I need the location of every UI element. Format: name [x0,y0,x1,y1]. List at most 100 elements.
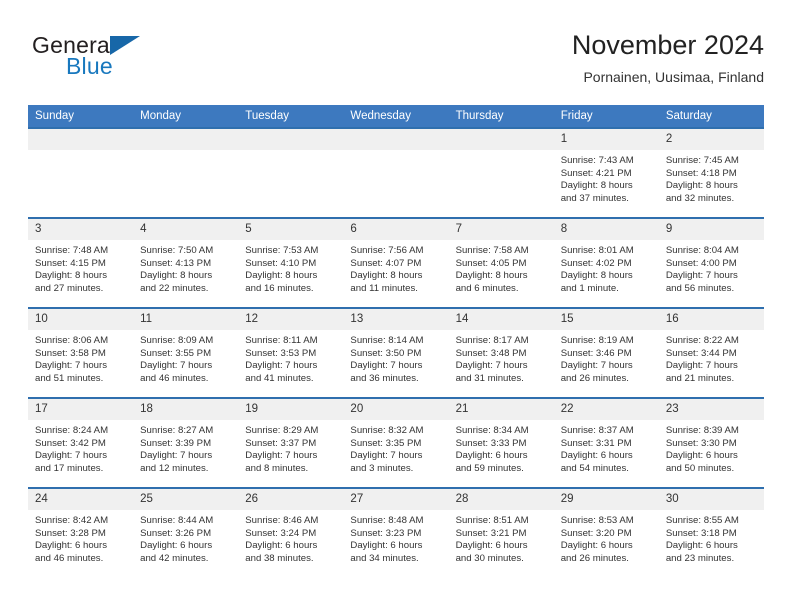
calendar-day-cell[interactable]: 3 Sunrise: 7:48 AM Sunset: 4:15 PM Daylight… [28,217,134,308]
daylight-duration-line1: Daylight: 8 hours [560,270,633,282]
day-number: 4 [133,219,239,240]
daylight-duration-line2: and 31 minutes. [455,372,524,384]
daylight-duration-line2: and 51 minutes. [35,372,104,384]
calendar-day-cell[interactable]: 4 Sunrise: 7:50 AM Sunset: 4:13 PM Daylight… [133,217,239,308]
daylight-duration-line1: Daylight: 6 hours [665,540,738,552]
sunrise-time: Sunrise: 8:46 AM [245,515,319,526]
calendar-day-cell[interactable]: 11 Sunrise: 8:09 AM Sunset: 3:55 PM Dayligh… [133,307,239,398]
day-details: Sunrise: 7:50 AM Sunset: 4:13 PM Daylight:… [133,240,238,295]
calendar-day-cell[interactable]: 28 Sunrise: 8:51 AM Sunset: 3:21 PM Dayligh… [448,487,554,577]
calendar-day-cell[interactable]: 15 Sunrise: 8:19 AM Sunset: 3:46 PM Dayligh… [553,307,659,398]
sunrise-time: Sunrise: 7:53 AM [245,245,319,256]
daylight-duration-line1: Daylight: 7 hours [665,360,738,372]
daylight-duration-line1: Daylight: 7 hours [140,360,213,372]
daylight-duration-line1: Daylight: 6 hours [560,450,633,462]
day-details: Sunrise: 8:29 AM Sunset: 3:37 PM Daylight:… [238,420,343,475]
calendar-day-cell[interactable]: 26 Sunrise: 8:46 AM Sunset: 3:24 PM Dayligh… [238,487,344,577]
daylight-duration-line1: Daylight: 8 hours [35,270,107,282]
calendar-day-cell[interactable]: 24 Sunrise: 8:42 AM Sunset: 3:28 PM Dayligh… [28,487,134,577]
calendar-day-cell[interactable]: 9 Sunrise: 8:04 AM Sunset: 4:00 PM Daylight… [658,217,764,308]
calendar-day-cell[interactable]: 5 Sunrise: 7:53 AM Sunset: 4:10 PM Daylight… [238,217,344,308]
general-blue-logo[interactable]: General Blue [32,32,252,90]
daylight-duration-line2: and 1 minute. [560,282,619,294]
calendar-day-cell[interactable]: 23 Sunrise: 8:39 AM Sunset: 3:30 PM Dayligh… [658,397,764,488]
daylight-duration-line1: Daylight: 7 hours [350,360,423,372]
calendar-day-cell[interactable]: 12 Sunrise: 8:11 AM Sunset: 3:53 PM Dayligh… [238,307,344,398]
calendar-week-row: 17 Sunrise: 8:24 AM Sunset: 3:42 PM Dayligh… [28,397,764,488]
sunrise-time: Sunrise: 8:17 AM [455,335,529,346]
calendar-day-cell[interactable]: 21 Sunrise: 8:34 AM Sunset: 3:33 PM Dayligh… [448,397,554,488]
weekday-header-friday: Friday [553,105,659,128]
day-details: Sunrise: 8:11 AM Sunset: 3:53 PM Daylight:… [238,330,343,385]
calendar-day-cell[interactable]: 19 Sunrise: 8:29 AM Sunset: 3:37 PM Dayligh… [238,397,344,488]
weekday-header-thursday: Thursday [448,105,554,128]
daylight-duration-line1: Daylight: 7 hours [560,360,633,372]
day-details: Sunrise: 8:06 AM Sunset: 3:58 PM Daylight:… [28,330,133,385]
day-number: 21 [448,399,554,420]
calendar-day-cell[interactable]: 27 Sunrise: 8:48 AM Sunset: 3:23 PM Dayligh… [343,487,449,577]
daylight-duration-line2: and 26 minutes. [560,552,629,564]
page-title: November 2024 [571,30,764,60]
sunset-time: Sunset: 3:44 PM [665,347,737,359]
calendar-day-cell[interactable]: 29 Sunrise: 8:53 AM Sunset: 3:20 PM Dayligh… [553,487,659,577]
day-details: Sunrise: 8:04 AM Sunset: 4:00 PM Daylight:… [659,240,764,295]
location-subtitle: Pornainen, Uusimaa, Finland [583,69,764,85]
day-number: 8 [553,219,659,240]
sunrise-time: Sunrise: 8:04 AM [665,245,739,256]
daylight-duration-line1: Daylight: 6 hours [560,540,633,552]
calendar-day-cell[interactable]: 6 Sunrise: 7:56 AM Sunset: 4:07 PM Daylight… [343,217,449,308]
calendar-day-cell[interactable]: 18 Sunrise: 8:27 AM Sunset: 3:39 PM Dayligh… [133,397,239,488]
calendar-day-cell[interactable]: 8 Sunrise: 8:01 AM Sunset: 4:02 PM Daylight… [553,217,659,308]
calendar-day-cell[interactable]: 2 Sunrise: 7:45 AM Sunset: 4:18 PM Daylight… [658,127,764,218]
day-details: Sunrise: 8:24 AM Sunset: 3:42 PM Daylight:… [28,420,133,475]
daylight-duration-line1: Daylight: 6 hours [350,540,423,552]
calendar-day-cell[interactable]: 13 Sunrise: 8:14 AM Sunset: 3:50 PM Dayligh… [343,307,449,398]
calendar-day-cell[interactable]: 22 Sunrise: 8:37 AM Sunset: 3:31 PM Dayligh… [553,397,659,488]
day-details: Sunrise: 7:45 AM Sunset: 4:18 PM Daylight:… [659,150,764,205]
calendar-week-row: 10 Sunrise: 8:06 AM Sunset: 3:58 PM Dayligh… [28,307,764,398]
day-number: 20 [343,399,449,420]
sunset-time: Sunset: 3:30 PM [665,437,737,449]
calendar-day-cell[interactable]: 16 Sunrise: 8:22 AM Sunset: 3:44 PM Dayligh… [658,307,764,398]
sunrise-time: Sunrise: 8:01 AM [560,245,634,256]
daylight-duration-line1: Daylight: 8 hours [350,270,423,282]
sunrise-time: Sunrise: 7:43 AM [560,155,634,166]
sunrise-time: Sunrise: 8:19 AM [560,335,634,346]
daylight-duration-line2: and 41 minutes. [245,372,314,384]
sunset-time: Sunset: 3:37 PM [245,437,317,449]
calendar-day-cell[interactable]: 10 Sunrise: 8:06 AM Sunset: 3:58 PM Dayligh… [28,307,134,398]
daylight-duration-line2: and 27 minutes. [35,282,104,294]
sunset-time: Sunset: 3:39 PM [140,437,212,449]
triangle-logo-icon [110,36,140,55]
calendar-day-cell[interactable]: 20 Sunrise: 8:32 AM Sunset: 3:35 PM Dayligh… [343,397,449,488]
sunrise-time: Sunrise: 8:42 AM [35,515,109,526]
day-number: 26 [238,489,344,510]
sunset-time: Sunset: 3:55 PM [140,347,212,359]
day-number: 23 [658,399,764,420]
daylight-duration-line1: Daylight: 6 hours [455,540,528,552]
day-details: Sunrise: 8:09 AM Sunset: 3:55 PM Daylight:… [133,330,238,385]
sunrise-time: Sunrise: 7:48 AM [35,245,109,256]
sunset-time: Sunset: 4:18 PM [665,167,737,179]
calendar-day-cell[interactable]: 7 Sunrise: 7:58 AM Sunset: 4:05 PM Daylight… [448,217,554,308]
day-number: 25 [133,489,239,510]
day-number: 16 [658,309,764,330]
daylight-duration-line1: Daylight: 8 hours [245,270,318,282]
calendar-day-cell[interactable]: 1 Sunrise: 7:43 AM Sunset: 4:21 PM Daylight… [553,127,659,218]
daylight-duration-line1: Daylight: 8 hours [665,180,738,192]
sunset-time: Sunset: 3:23 PM [350,527,422,539]
daylight-duration-line1: Daylight: 7 hours [35,450,107,462]
sunset-time: Sunset: 3:48 PM [455,347,527,359]
daylight-duration-line2: and 12 minutes. [140,462,209,474]
day-details: Sunrise: 8:32 AM Sunset: 3:35 PM Daylight:… [343,420,448,475]
calendar-day-cell[interactable]: 30 Sunrise: 8:55 AM Sunset: 3:18 PM Dayligh… [658,487,764,577]
daylight-duration-line2: and 8 minutes. [245,462,309,474]
day-number: 22 [553,399,659,420]
calendar-day-cell[interactable]: 17 Sunrise: 8:24 AM Sunset: 3:42 PM Dayligh… [28,397,134,488]
sunset-time: Sunset: 4:10 PM [245,257,317,269]
day-number: 28 [448,489,554,510]
sunrise-time: Sunrise: 8:06 AM [35,335,109,346]
calendar-day-cell[interactable]: 25 Sunrise: 8:44 AM Sunset: 3:26 PM Dayligh… [133,487,239,577]
calendar-day-cell[interactable]: 14 Sunrise: 8:17 AM Sunset: 3:48 PM Dayligh… [448,307,554,398]
sunset-time: Sunset: 3:42 PM [35,437,106,449]
